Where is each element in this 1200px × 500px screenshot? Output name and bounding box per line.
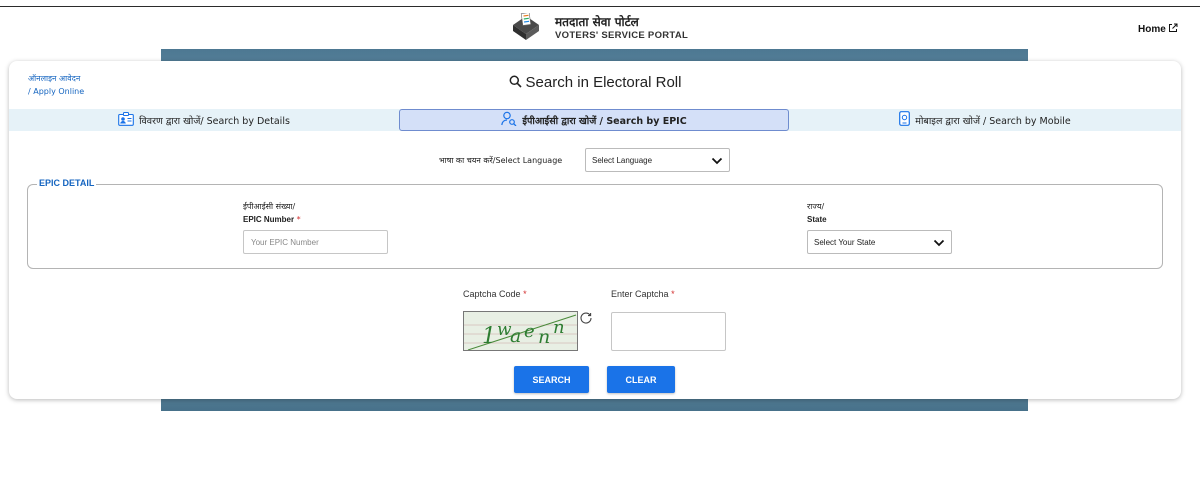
tab-search-by-details[interactable]: विवरण द्वारा खोजें/ Search by Details (9, 109, 399, 131)
epic-detail-legend: EPIC DETAIL (37, 178, 97, 188)
epic-label-english: EPIC Number (243, 215, 295, 224)
user-search-icon (501, 111, 517, 129)
clear-button[interactable]: CLEAR (607, 366, 675, 393)
language-selected-value: Select Language (592, 155, 653, 165)
svg-text:1: 1 (482, 324, 496, 349)
tab-search-by-epic[interactable]: ईपीआईसी द्वारा खोजें / Search by EPIC (399, 109, 789, 131)
portal-name-english: VOTERS' SERVICE PORTAL (555, 30, 689, 41)
svg-text:n: n (538, 326, 550, 348)
language-row: भाषा का चयन करें/Select Language Select … (439, 148, 730, 172)
svg-text:n: n (553, 317, 565, 338)
required-marker: * (296, 215, 301, 224)
captcha-image: 1 w a e n n (463, 311, 578, 351)
id-card-icon (118, 111, 134, 129)
enter-captcha-label: Enter Captcha * (611, 289, 675, 299)
epic-detail-section: EPIC DETAIL ईपीआईसी संख्या/ EPIC Number … (27, 178, 1163, 269)
tab-label-epic: ईपीआईसी द्वारा खोजें / Search by EPIC (522, 115, 687, 127)
enter-captcha-label-text: Enter Captcha (611, 289, 669, 299)
ballot-box-icon (510, 12, 542, 43)
chevron-down-icon (933, 237, 945, 249)
epic-number-label: ईपीआईसी संख्या/ EPIC Number * (243, 200, 301, 226)
required-marker: * (523, 289, 527, 299)
search-tabs: विवरण द्वारा खोजें/ Search by Details ईप… (9, 109, 1181, 131)
state-label: राज्य/ State (807, 200, 827, 226)
search-icon (509, 75, 522, 92)
state-label-english: State (807, 215, 827, 224)
home-link[interactable]: Home (1138, 23, 1178, 36)
refresh-icon[interactable] (579, 311, 593, 325)
site-header: मतदाता सेवा पोर्टल VOTERS' SERVICE PORTA… (0, 7, 1200, 49)
search-button[interactable]: SEARCH (514, 366, 589, 393)
tab-label-mobile: मोबाइल द्वारा खोजें / Search by Mobile (915, 115, 1071, 127)
captcha-input[interactable] (611, 312, 726, 351)
search-card: ऑनलाइन आवेदन / Apply Online Search in El… (9, 61, 1181, 399)
svg-text:a: a (510, 325, 521, 347)
state-selected-value: Select Your State (814, 237, 876, 247)
page-title-text: Search in Electoral Roll (525, 74, 682, 91)
portal-name-hindi: मतदाता सेवा पोर्टल (555, 15, 639, 29)
epic-number-placeholder: Your EPIC Number (251, 237, 319, 247)
mobile-icon (899, 111, 911, 129)
chevron-down-icon (711, 155, 723, 167)
page-title: Search in Electoral Roll (9, 74, 1181, 92)
epic-label-hindi: ईपीआईसी संख्या/ (243, 202, 296, 211)
language-select[interactable]: Select Language (585, 148, 730, 172)
external-link-icon (1168, 23, 1178, 36)
home-label: Home (1138, 24, 1166, 35)
state-select[interactable]: Select Your State (807, 230, 952, 254)
captcha-code-label-text: Captcha Code (463, 289, 521, 299)
tab-search-by-mobile[interactable]: मोबाइल द्वारा खोजें / Search by Mobile (789, 109, 1181, 131)
tab-label-details: विवरण द्वारा खोजें/ Search by Details (139, 115, 290, 127)
required-marker: * (671, 289, 675, 299)
captcha-code-label: Captcha Code * (463, 289, 527, 299)
language-label: भाषा का चयन करें/Select Language (439, 155, 563, 165)
svg-text:e: e (524, 321, 535, 342)
state-label-hindi: राज्य/ (807, 202, 825, 211)
epic-number-input[interactable]: Your EPIC Number (243, 230, 388, 254)
